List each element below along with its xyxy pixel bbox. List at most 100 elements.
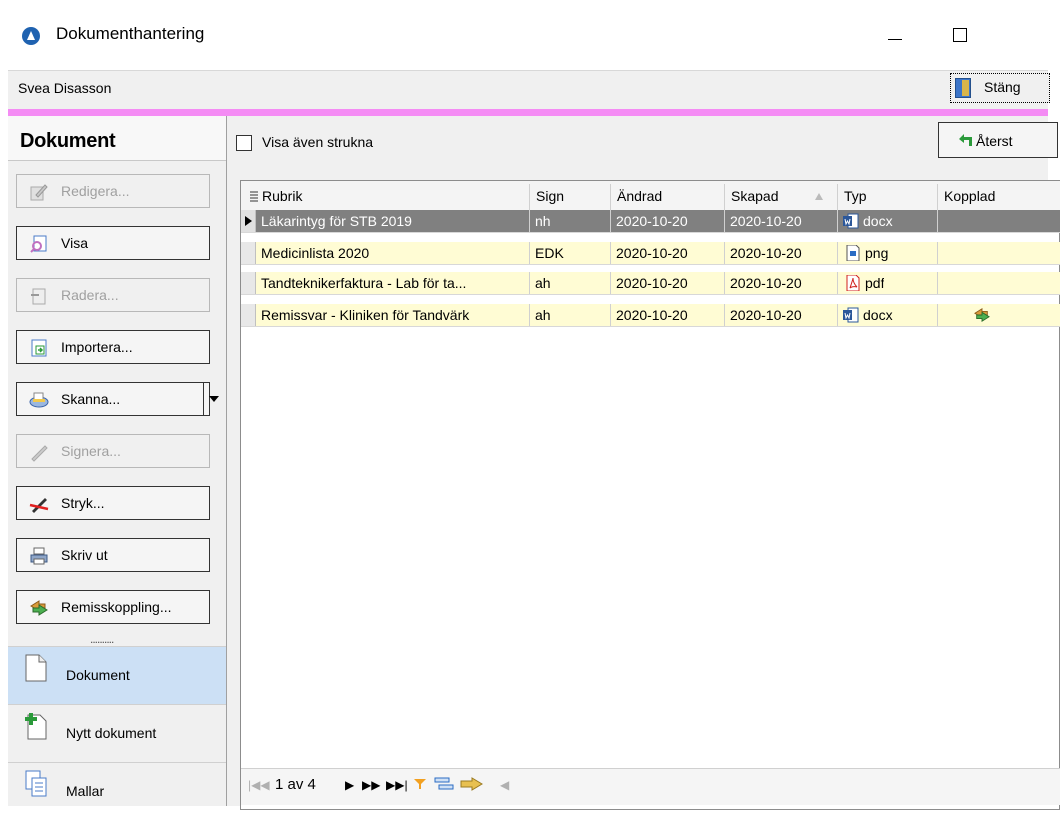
edit-icon xyxy=(30,184,48,201)
row-selector[interactable] xyxy=(241,304,256,326)
maximize-button[interactable] xyxy=(945,20,975,50)
door-exit-icon xyxy=(955,78,971,98)
show-struck-checkbox[interactable] xyxy=(236,135,252,151)
cell-sign: ah xyxy=(535,275,551,291)
cell-rubrik: Remissvar - Kliniken för Tandvärk xyxy=(261,307,470,323)
column-header-sign[interactable]: Sign xyxy=(536,188,564,204)
import-button-label: Importera... xyxy=(61,339,133,355)
filter-icon[interactable] xyxy=(414,778,426,790)
nav-item-new-document-label: Nytt dokument xyxy=(66,725,157,741)
nav-item-templates-label: Mallar xyxy=(66,783,105,799)
next-page-icon[interactable]: ▶ xyxy=(345,778,354,792)
column-separator xyxy=(610,272,611,294)
nav-item-new-document[interactable]: Nytt dokument xyxy=(8,704,226,762)
column-header-andrad[interactable]: Ändrad xyxy=(617,188,662,204)
column-separator xyxy=(529,184,530,210)
app-logo-icon xyxy=(22,27,40,45)
row-selector[interactable] xyxy=(241,242,256,264)
column-separator xyxy=(837,184,838,210)
cell-andrad: 2020-10-20 xyxy=(616,307,688,323)
show-struck-label: Visa även strukna xyxy=(262,134,374,150)
cell-andrad: 2020-10-20 xyxy=(616,245,688,261)
column-separator xyxy=(610,242,611,264)
column-separator xyxy=(837,210,838,232)
user-name: Svea Disasson xyxy=(18,80,112,96)
import-button[interactable]: Importera... xyxy=(16,330,210,364)
print-button[interactable]: Skriv ut xyxy=(16,538,210,572)
column-separator xyxy=(610,304,611,326)
panel-title: Dokument xyxy=(20,130,116,152)
cell-rubrik: Medicinlista 2020 xyxy=(261,245,370,261)
cell-sign: nh xyxy=(535,213,551,229)
table-row[interactable]: Medicinlista 2020 EDK 2020-10-20 2020-10… xyxy=(241,242,1060,265)
scan-split-divider xyxy=(203,383,204,415)
current-row-arrow-icon xyxy=(245,216,252,226)
table-row[interactable]: Tandteknikerfaktura - Lab för ta... ah 2… xyxy=(241,272,1060,295)
close-button-label: Stäng xyxy=(984,79,1021,95)
referral-link-icon xyxy=(30,600,48,616)
column-separator xyxy=(529,304,530,326)
column-separator xyxy=(529,210,530,232)
cell-andrad: 2020-10-20 xyxy=(616,213,688,229)
view-icon xyxy=(30,235,47,253)
sign-button[interactable]: Signera... xyxy=(16,434,210,468)
undo-arrow-icon xyxy=(959,134,972,146)
export-icon[interactable] xyxy=(460,777,484,791)
last-page-icon[interactable]: ▶▶| xyxy=(386,778,408,792)
column-separator xyxy=(937,272,938,294)
strike-button-label: Stryk... xyxy=(61,495,105,511)
column-separator xyxy=(724,242,725,264)
cell-typ: docx xyxy=(863,307,893,323)
strike-button[interactable]: Stryk... xyxy=(16,486,210,520)
first-page-icon[interactable]: |◀◀ xyxy=(248,778,270,792)
column-header-kopplad[interactable]: Kopplad xyxy=(944,188,995,204)
next-block-icon[interactable]: ▶▶ xyxy=(362,778,380,792)
edit-button[interactable]: Redigera... xyxy=(16,174,210,208)
column-chooser-icon[interactable] xyxy=(249,191,259,203)
delete-button[interactable]: Radera... xyxy=(16,278,210,312)
printer-icon xyxy=(30,547,48,565)
chevron-down-icon[interactable] xyxy=(209,396,219,402)
referral-link-button[interactable]: Remisskoppling... xyxy=(16,590,210,624)
grouping-icon[interactable] xyxy=(434,776,454,792)
column-separator xyxy=(529,242,530,264)
scroll-left-icon[interactable]: ◀ xyxy=(500,778,509,792)
view-button-label: Visa xyxy=(61,235,88,251)
page-indicator: 1 av 4 xyxy=(275,776,316,793)
column-separator xyxy=(724,184,725,210)
cell-rubrik: Läkarintyg för STB 2019 xyxy=(261,213,412,229)
nav-item-templates[interactable]: Mallar xyxy=(8,762,226,820)
word-file-icon xyxy=(843,307,859,323)
table-row[interactable]: Läkarintyg för STB 2019 nh 2020-10-20 20… xyxy=(241,210,1060,233)
cell-typ: pdf xyxy=(865,275,885,291)
edit-button-label: Redigera... xyxy=(61,183,130,199)
view-button[interactable]: Visa xyxy=(16,226,210,260)
image-file-icon xyxy=(846,245,860,261)
column-separator xyxy=(837,272,838,294)
column-separator xyxy=(937,304,938,326)
table-row[interactable]: Remissvar - Kliniken för Tandvärk ah 202… xyxy=(241,304,1060,327)
minimize-button[interactable] xyxy=(880,20,910,50)
cell-sign: EDK xyxy=(535,245,564,261)
sign-pen-icon xyxy=(31,445,48,462)
templates-icon xyxy=(25,770,47,797)
panel-resize-grip[interactable]: .......... xyxy=(90,632,114,646)
import-icon xyxy=(31,339,47,357)
column-separator xyxy=(937,242,938,264)
scanner-icon xyxy=(29,392,49,408)
referral-link-button-label: Remisskoppling... xyxy=(61,599,172,615)
cell-typ: png xyxy=(865,245,889,261)
row-selector[interactable] xyxy=(241,272,256,294)
column-separator xyxy=(610,210,611,232)
accent-bar xyxy=(8,109,1048,116)
delete-icon xyxy=(31,288,46,305)
scan-button[interactable]: Skanna... xyxy=(16,382,219,416)
nav-item-document[interactable]: Dokument xyxy=(8,646,226,704)
scan-button-label: Skanna... xyxy=(61,391,121,407)
cell-skapad: 2020-10-20 xyxy=(730,307,802,323)
referral-link-icon xyxy=(974,307,990,323)
column-header-rubrik[interactable]: Rubrik xyxy=(262,188,302,204)
column-header-skapad[interactable]: Skapad xyxy=(731,188,778,204)
column-separator xyxy=(837,304,838,326)
column-header-typ[interactable]: Typ xyxy=(844,188,867,204)
